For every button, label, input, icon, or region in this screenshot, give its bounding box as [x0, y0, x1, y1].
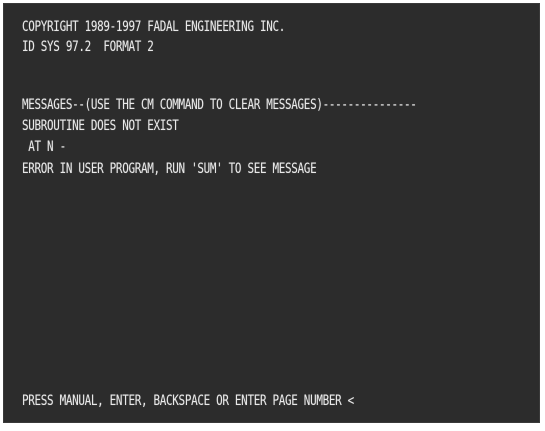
- message-subroutine-missing: SUBROUTINE DOES NOT EXIST: [22, 118, 179, 134]
- messages-header: MESSAGES--(USE THE CM COMMAND TO CLEAR M…: [22, 97, 417, 113]
- message-user-program-error: ERROR IN USER PROGRAM, RUN 'SUM' TO SEE …: [22, 161, 317, 177]
- system-id-line: ID SYS 97.2 FORMAT 2: [22, 39, 154, 55]
- cnc-terminal-screen: COPYRIGHT 1989-1997 FADAL ENGINEERING IN…: [3, 3, 540, 423]
- message-line-location: AT N -: [22, 139, 66, 155]
- copyright-line: COPYRIGHT 1989-1997 FADAL ENGINEERING IN…: [22, 19, 286, 35]
- command-prompt[interactable]: PRESS MANUAL, ENTER, BACKSPACE OR ENTER …: [22, 393, 354, 409]
